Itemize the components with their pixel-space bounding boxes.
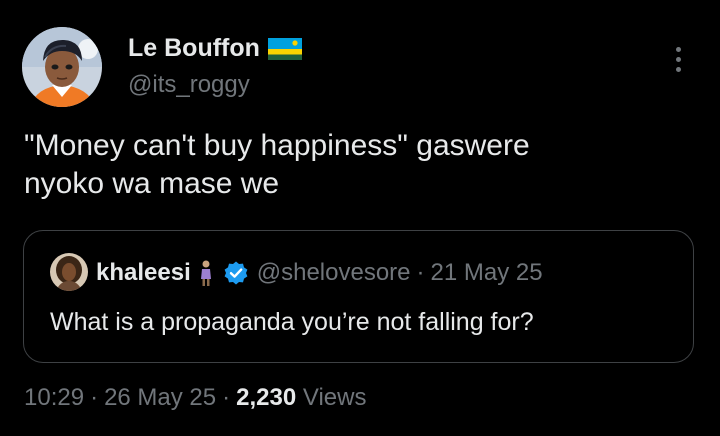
quoted-separator: ·: [416, 259, 425, 286]
verified-badge-icon: [223, 260, 249, 286]
tweet-time[interactable]: 10:29: [24, 384, 84, 411]
anime-character-avatar-icon: [22, 27, 102, 107]
views-count: 2,230: [236, 384, 297, 411]
quoted-tweet-card[interactable]: khaleesi @shelovesore · 21 May 25 What i…: [23, 230, 694, 363]
meta-separator: ·: [90, 384, 99, 411]
rwanda-flag-icon: [267, 37, 302, 60]
tweet-text: "Money can't buy happiness" gaswere nyok…: [24, 129, 530, 200]
author-name[interactable]: Le Bouffon: [128, 33, 302, 63]
woman-avatar-icon: [50, 253, 88, 291]
quoted-author-name[interactable]: khaleesi: [96, 259, 191, 287]
author-name-text: Le Bouffon: [128, 34, 260, 62]
views-label: Views: [302, 384, 367, 411]
quoted-author-avatar[interactable]: [50, 253, 88, 291]
meta-separator: ·: [222, 384, 231, 411]
quoted-tweet-text: What is a propaganda you’re not falling …: [50, 308, 534, 336]
author-avatar[interactable]: [22, 27, 102, 107]
quoted-tweet-header: khaleesi @shelovesore · 21 May 25: [96, 256, 543, 290]
tweet-date[interactable]: 26 May 25: [104, 384, 216, 411]
tweet-meta: 10:29 · 26 May 25 · 2,230 Views: [24, 383, 366, 413]
quoted-author-handle[interactable]: @shelovesore: [257, 259, 411, 287]
author-handle[interactable]: @its_roggy: [128, 70, 250, 100]
quoted-tweet-date[interactable]: 21 May 25: [431, 259, 543, 287]
person-standing-icon: [197, 259, 215, 287]
more-options-icon[interactable]: [667, 42, 691, 76]
